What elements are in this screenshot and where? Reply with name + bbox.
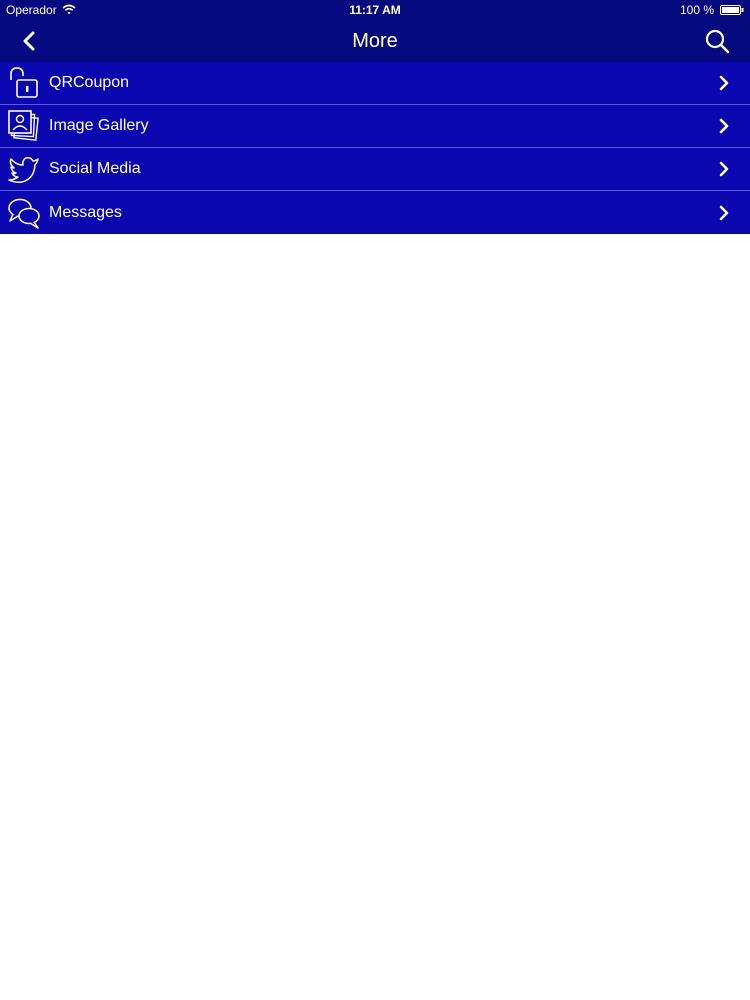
battery-percent: 100 % (679, 3, 714, 17)
photo-gallery-icon (8, 110, 39, 141)
menu-item-label: Social Media (49, 160, 141, 177)
menu-item-social-media[interactable]: Social Media (0, 148, 750, 191)
menu-item-qrcoupon[interactable]: QRCoupon (0, 62, 750, 105)
menu-item-label: Image Gallery (49, 117, 149, 134)
battery-icon (720, 5, 744, 15)
navigation-bar: More (0, 20, 750, 62)
twitter-bird-icon (8, 157, 39, 183)
chevron-right-icon (719, 75, 729, 91)
menu-item-image-gallery[interactable]: Image Gallery (0, 105, 750, 148)
menu-item-label: Messages (49, 203, 122, 221)
speech-bubbles-icon (8, 198, 40, 229)
menu-item-messages[interactable]: Messages (0, 191, 750, 234)
unlocked-padlock-icon (10, 67, 38, 98)
menu-item-label: QRCoupon (49, 74, 130, 91)
status-bar: Operador 11:17 AM 100 % (0, 0, 750, 20)
chevron-right-icon (719, 161, 729, 177)
more-menu-list: QRCoupon Image Gallery Social Media Mess… (0, 62, 750, 234)
chevron-right-icon (719, 205, 729, 220)
status-time: 11:17 AM (349, 3, 401, 17)
page-title: More (352, 30, 398, 52)
chevron-right-icon (719, 118, 729, 134)
search-icon[interactable] (704, 28, 730, 54)
